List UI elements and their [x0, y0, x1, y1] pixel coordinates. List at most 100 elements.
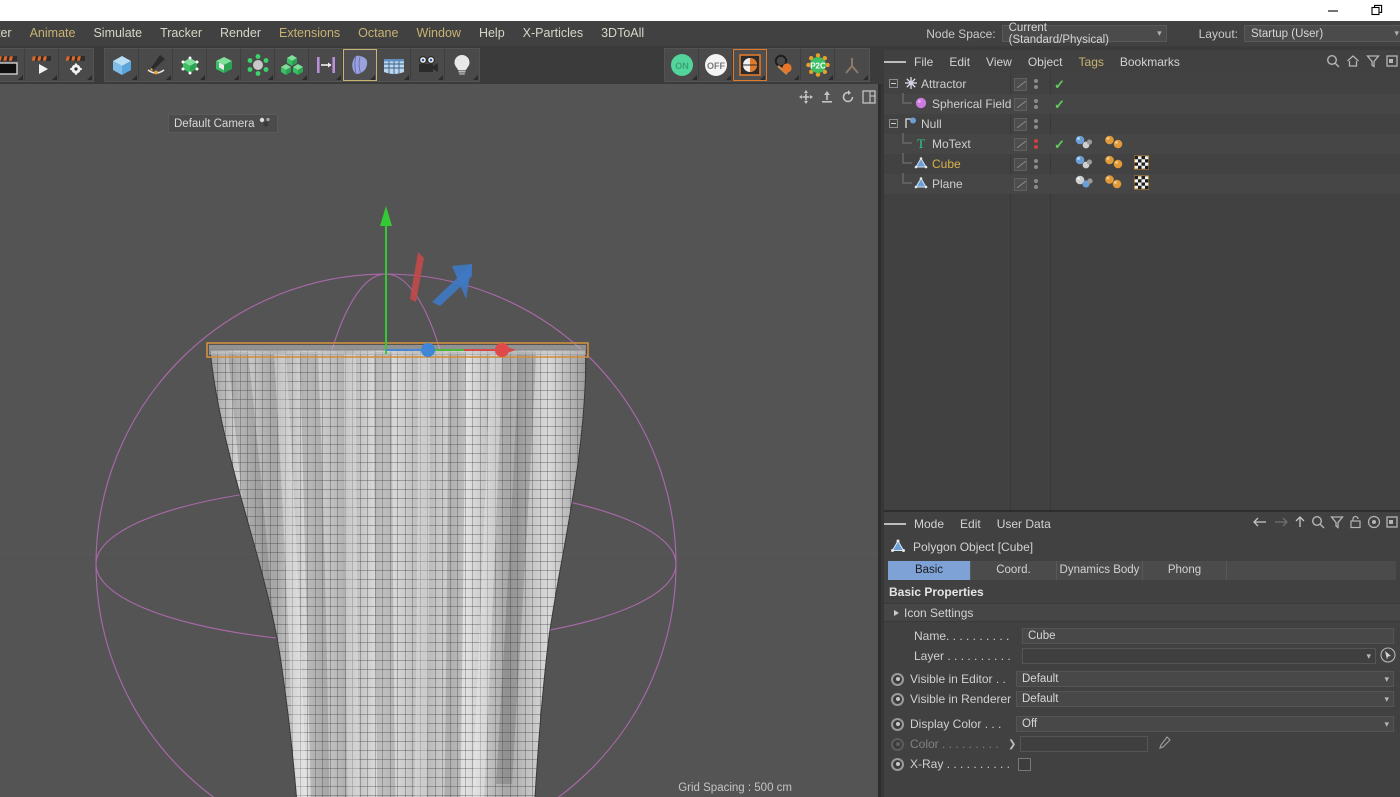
xparticles-query-icon[interactable] — [767, 49, 801, 81]
character-rig-icon[interactable] — [835, 49, 869, 81]
layer-select[interactable]: ▾ — [1022, 648, 1376, 664]
menu-simulate[interactable]: Simulate — [84, 21, 151, 46]
visibility-toggle[interactable] — [1014, 137, 1027, 151]
landscape-icon[interactable] — [377, 49, 411, 81]
camera-label[interactable]: Default Camera — [168, 114, 278, 133]
menu-tracker[interactable]: Tracker — [151, 21, 211, 46]
panel-icon[interactable] — [1386, 515, 1398, 532]
enable-check-icon[interactable]: ✓ — [1054, 138, 1065, 151]
am-menu-user-data[interactable]: User Data — [989, 512, 1059, 536]
object-row-null[interactable]: Null — [884, 114, 1400, 134]
menu-animate[interactable]: Animate — [21, 21, 85, 46]
om-menu-object[interactable]: Object — [1020, 50, 1071, 74]
visibility-dots[interactable] — [1032, 119, 1039, 129]
visibility-toggle[interactable] — [1014, 157, 1027, 171]
tab-coord[interactable]: Coord. — [971, 561, 1057, 580]
expander-triangle-icon[interactable] — [894, 609, 899, 616]
texture-tag[interactable] — [1134, 155, 1149, 173]
material-tag[interactable] — [1104, 175, 1126, 193]
3d-viewport[interactable]: Default Camera Grid Spacing : 500 cm — [0, 84, 880, 797]
texture-tag[interactable] — [1134, 175, 1149, 193]
minimize-button[interactable] — [1310, 0, 1355, 21]
object-row-motext[interactable]: T MoText ✓ — [884, 132, 1400, 154]
color-swatch[interactable] — [1020, 736, 1149, 752]
expander-minus-icon[interactable] — [889, 77, 898, 91]
eyedropper-icon[interactable] — [1156, 735, 1172, 754]
render-view-icon[interactable] — [0, 49, 25, 81]
visibility-toggle[interactable] — [1014, 97, 1027, 111]
attribute-manager-hamburger-icon[interactable] — [884, 512, 906, 536]
object-row-attractor[interactable]: Attractor ✓ — [884, 74, 1400, 94]
menu-help[interactable]: Help — [470, 21, 514, 46]
render-settings-icon[interactable] — [59, 49, 93, 81]
dynamics-tag[interactable] — [1074, 155, 1094, 173]
visible-renderer-select[interactable]: Default ▾ — [1016, 691, 1394, 707]
om-menu-tags[interactable]: Tags — [1071, 50, 1112, 74]
restore-button[interactable] — [1355, 0, 1400, 21]
dynamics-tag[interactable] — [1074, 135, 1094, 153]
icon-settings-group[interactable]: Icon Settings — [884, 603, 1400, 622]
light-icon[interactable] — [445, 49, 479, 81]
material-tag[interactable] — [1104, 155, 1126, 173]
mograph-cloner-icon[interactable] — [275, 49, 309, 81]
expander-minus-icon[interactable] — [889, 117, 898, 131]
visibility-dots[interactable] — [1032, 139, 1039, 149]
display-color-select[interactable]: Off ▾ — [1016, 716, 1394, 732]
menu-3dtoall[interactable]: 3DToAll — [592, 21, 653, 46]
filter-icon[interactable] — [1330, 515, 1344, 532]
layer-picker-icon[interactable] — [1380, 646, 1396, 666]
array-generator-icon[interactable] — [173, 49, 207, 81]
object-row-plane[interactable]: Plane — [884, 172, 1400, 194]
layout-select[interactable]: Startup (User) ▾ — [1244, 25, 1400, 42]
visibility-dots[interactable] — [1032, 179, 1039, 189]
menu-extensions[interactable]: Extensions — [270, 21, 349, 46]
menu-octane[interactable]: Octane — [349, 21, 407, 46]
menu-character[interactable]: ter — [0, 21, 21, 46]
back-arrow-icon[interactable] — [1252, 516, 1268, 531]
enable-check-icon[interactable]: ✓ — [1054, 78, 1065, 91]
tab-basic[interactable]: Basic — [888, 561, 971, 580]
up-arrow-icon[interactable] — [1294, 515, 1306, 532]
tab-phong[interactable]: Phong — [1143, 561, 1227, 580]
om-menu-view[interactable]: View — [978, 50, 1020, 74]
name-input[interactable]: Cube — [1022, 628, 1394, 644]
color-radio[interactable] — [891, 737, 904, 751]
lock-icon[interactable] — [1349, 515, 1362, 532]
visible-renderer-radio[interactable] — [891, 692, 904, 706]
object-tree[interactable]: Attractor ✓ Spherical Field ✓ Null T MoT… — [884, 74, 1400, 194]
am-menu-edit[interactable]: Edit — [952, 512, 989, 536]
cube-primitive-icon[interactable] — [105, 49, 139, 81]
display-color-radio[interactable] — [891, 717, 904, 731]
menu-window[interactable]: Window — [407, 21, 469, 46]
search-icon[interactable] — [1311, 515, 1325, 532]
record-icon[interactable] — [1367, 515, 1381, 532]
render-to-picture-viewer-icon[interactable] — [25, 49, 59, 81]
xray-checkbox[interactable] — [1018, 757, 1031, 771]
rotate-icon[interactable] — [841, 90, 855, 107]
visibility-dots[interactable] — [1032, 159, 1039, 169]
object-manager-hamburger-icon[interactable] — [884, 50, 906, 74]
spline-pen-icon[interactable] — [139, 49, 173, 81]
search-icon[interactable] — [1326, 54, 1340, 71]
om-menu-file[interactable]: File — [906, 50, 941, 74]
bend-deformer-icon[interactable] — [207, 49, 241, 81]
p2c-icon[interactable]: P2C — [801, 49, 835, 81]
enable-check-icon[interactable]: ✓ — [1054, 98, 1065, 111]
filter-icon[interactable] — [1366, 54, 1380, 71]
camera-icon[interactable] — [411, 49, 445, 81]
forward-arrow-icon[interactable] — [1273, 516, 1289, 531]
visibility-dots[interactable] — [1032, 79, 1039, 89]
visible-editor-select[interactable]: Default ▾ — [1016, 671, 1394, 687]
object-row-cube[interactable]: Cube — [884, 152, 1400, 174]
om-menu-bookmarks[interactable]: Bookmarks — [1112, 50, 1188, 74]
visibility-toggle[interactable] — [1014, 177, 1027, 191]
home-icon[interactable] — [1346, 54, 1360, 71]
xparticles-on-icon[interactable]: ON — [665, 49, 699, 81]
visible-editor-radio[interactable] — [891, 672, 904, 686]
tab-dynamics-body[interactable]: Dynamics Body — [1057, 561, 1143, 580]
visibility-dots[interactable] — [1032, 99, 1039, 109]
dynamics-tag[interactable] — [1074, 175, 1094, 193]
xparticles-emitter-icon[interactable] — [733, 49, 767, 81]
xray-radio[interactable] — [891, 757, 904, 771]
node-space-select[interactable]: Current (Standard/Physical) ▾ — [1001, 22, 1167, 46]
